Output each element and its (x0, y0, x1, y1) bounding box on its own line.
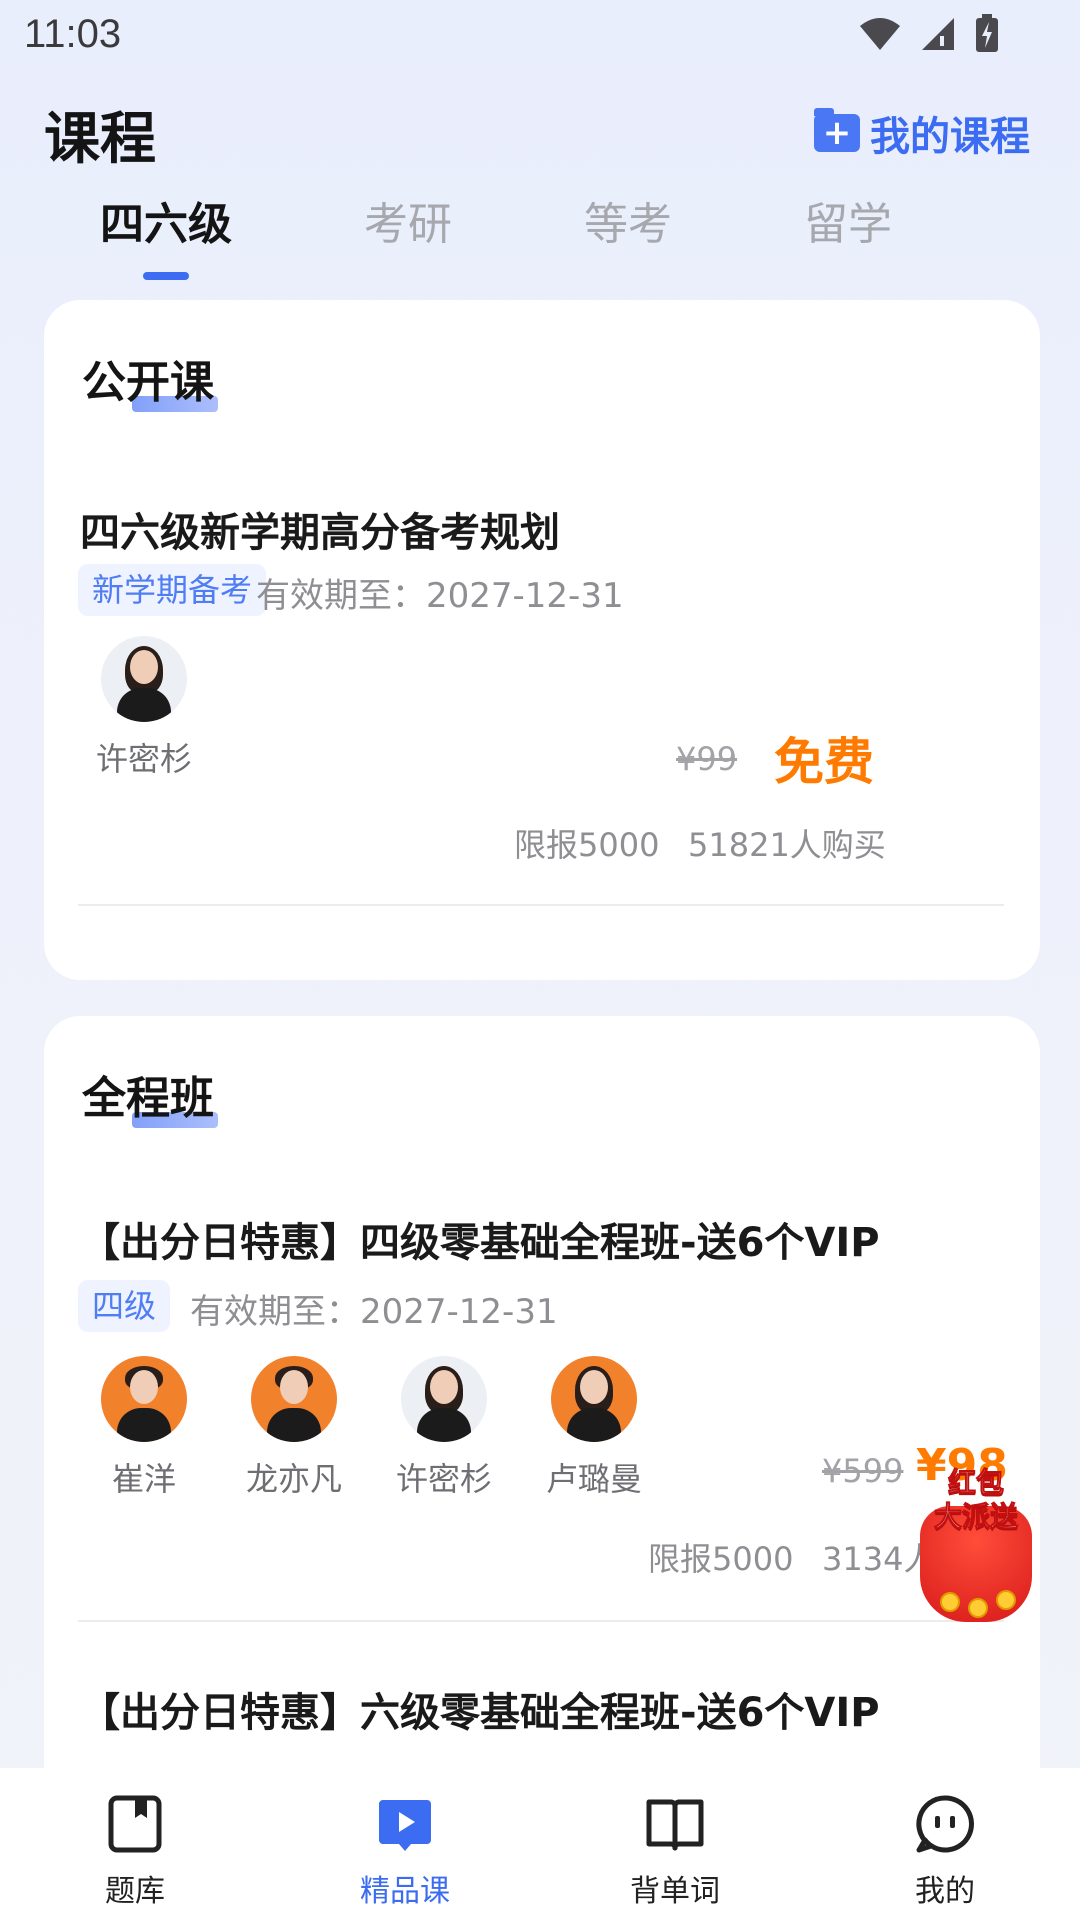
section-title: 全程班 (82, 1062, 218, 1128)
wifi-icon (858, 16, 902, 56)
buyer-count: 51821人购买 (688, 826, 886, 864)
divider (78, 904, 1004, 906)
page-title: 课程 (44, 107, 156, 172)
teacher-name: 龙亦凡 (245, 1460, 342, 1498)
avatar (101, 1356, 187, 1442)
nav-label: 我的 (915, 1874, 975, 1909)
teacher-name: 许密杉 (95, 740, 192, 778)
avatar (401, 1356, 487, 1442)
nav-item-me[interactable]: 我的 (810, 1768, 1080, 1920)
tab-ncre[interactable]: 等考 (554, 188, 702, 252)
course-title: 【出分日特惠】六级零基础全程班-送6个VIP (80, 1690, 880, 1736)
teacher[interactable]: 龙亦凡 (234, 1356, 354, 1500)
nav-label: 精品课 (360, 1874, 450, 1909)
teacher[interactable]: 卢璐曼 (534, 1356, 654, 1500)
tab-postgrad[interactable]: 考研 (334, 188, 482, 252)
teacher-name: 卢璐曼 (545, 1460, 642, 1498)
teacher-name: 崔洋 (111, 1460, 176, 1498)
battery-icon (974, 14, 1000, 58)
course-validity: 有效期至：2027-12-31 (256, 576, 624, 616)
course-tag: 四级 (78, 1280, 171, 1332)
original-price: ¥599 (822, 1452, 904, 1490)
folder-plus-icon: + (814, 108, 860, 152)
nav-label: 题库 (105, 1874, 165, 1909)
teacher[interactable]: 许密杉 (84, 636, 204, 780)
status-bar: 11:03 (0, 0, 1080, 72)
my-courses-button[interactable]: + 我的课程 (814, 104, 1030, 162)
promo-text: 红包 大派送 (933, 1466, 1018, 1534)
chat-face-icon (915, 1794, 975, 1854)
course-title: 四六级新学期高分备考规划 (80, 510, 560, 556)
teacher[interactable]: 崔洋 (84, 1356, 204, 1500)
tab-cet[interactable]: 四六级 (70, 188, 262, 252)
teacher[interactable]: 许密杉 (384, 1356, 504, 1500)
open-course-section: 公开课 四六级新学期高分备考规划 新学期备考 有效期至：2027-12-31 许… (44, 300, 1040, 980)
nav-item-question-bank[interactable]: 题库 (0, 1768, 270, 1920)
section-title: 公开课 (82, 346, 218, 412)
tab-study-abroad[interactable]: 留学 (774, 188, 922, 252)
my-courses-label: 我的课程 (870, 114, 1030, 160)
avatar (551, 1356, 637, 1442)
course-title: 【出分日特惠】四级零基础全程班-送6个VIP (80, 1220, 880, 1266)
course-tag: 新学期备考 (78, 564, 267, 616)
course-validity: 有效期至：2027-12-31 (190, 1292, 558, 1332)
original-price: ¥99 (676, 740, 738, 778)
red-envelope-promo-button[interactable]: 红包 大派送 (910, 1466, 1040, 1626)
play-icon (375, 1794, 435, 1854)
sale-price: 免费 (774, 733, 874, 791)
nav-label: 背单词 (630, 1874, 720, 1909)
nav-item-vocabulary[interactable]: 背单词 (540, 1768, 810, 1920)
avatar (101, 636, 187, 722)
category-tabs: 四六级 考研 等考 留学 (70, 188, 922, 252)
teacher-name: 许密杉 (395, 1460, 492, 1498)
bottom-nav: 题库 精品课 背单词 我的 (0, 1768, 1080, 1920)
tab-active-indicator (143, 272, 189, 280)
divider (78, 1620, 1004, 1622)
open-book-icon (645, 1794, 705, 1854)
bookmark-book-icon (105, 1794, 165, 1854)
status-icons (858, 14, 1000, 58)
status-time: 11:03 (24, 12, 122, 56)
nav-item-premium-courses[interactable]: 精品课 (270, 1768, 540, 1920)
signal-icon (920, 16, 956, 56)
enroll-limit: 限报5000 (648, 1540, 794, 1578)
avatar (251, 1356, 337, 1442)
enroll-limit: 限报5000 (514, 826, 660, 864)
